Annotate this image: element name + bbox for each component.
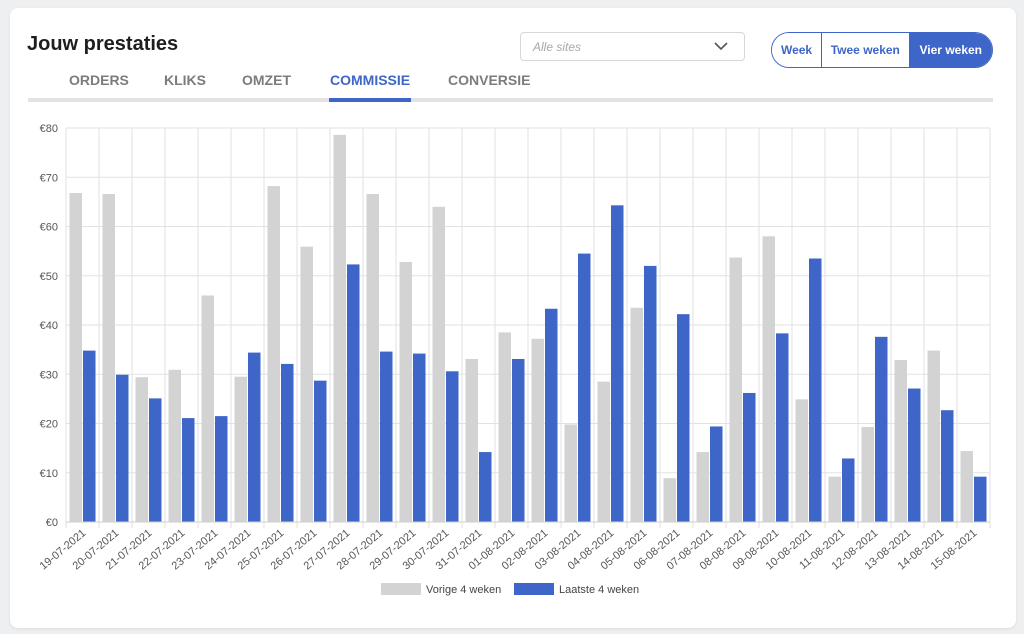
bar-previous-4-weeks bbox=[201, 295, 214, 522]
bar-previous-4-weeks bbox=[333, 134, 346, 522]
y-tick-label: €80 bbox=[40, 123, 58, 135]
bar-last-4-weeks bbox=[446, 371, 459, 522]
legend-swatch bbox=[381, 583, 421, 595]
bar-previous-4-weeks bbox=[465, 358, 478, 522]
bar-previous-4-weeks bbox=[432, 206, 445, 523]
bar-previous-4-weeks bbox=[630, 307, 643, 522]
bar-last-4-weeks bbox=[182, 418, 195, 522]
bar-last-4-weeks bbox=[743, 392, 756, 522]
y-tick-label: €10 bbox=[40, 468, 58, 480]
y-tick-label: €20 bbox=[40, 419, 58, 431]
y-tick-label: €60 bbox=[40, 222, 58, 234]
bar-previous-4-weeks bbox=[564, 424, 577, 522]
bar-last-4-weeks bbox=[545, 308, 558, 522]
bar-previous-4-weeks bbox=[696, 452, 709, 522]
bar-last-4-weeks bbox=[875, 336, 888, 522]
bar-previous-4-weeks bbox=[927, 350, 940, 522]
bar-last-4-weeks bbox=[116, 374, 129, 522]
bar-last-4-weeks bbox=[644, 265, 657, 522]
bar-previous-4-weeks bbox=[762, 236, 775, 522]
bar-previous-4-weeks bbox=[960, 451, 973, 522]
bar-previous-4-weeks bbox=[267, 186, 280, 523]
bar-last-4-weeks bbox=[677, 314, 690, 522]
bar-previous-4-weeks bbox=[828, 476, 841, 522]
bar-last-4-weeks bbox=[413, 353, 426, 522]
bar-previous-4-weeks bbox=[531, 338, 544, 522]
bar-last-4-weeks bbox=[512, 358, 525, 522]
commission-bar-chart: €0€10€20€30€40€50€60€70€8019-07-202120-0… bbox=[38, 123, 991, 596]
bar-previous-4-weeks bbox=[729, 257, 742, 522]
bar-previous-4-weeks bbox=[234, 376, 247, 522]
bar-last-4-weeks bbox=[215, 416, 228, 522]
bar-previous-4-weeks bbox=[102, 193, 115, 522]
legend-swatch bbox=[514, 583, 554, 595]
bar-previous-4-weeks bbox=[168, 369, 181, 522]
bar-last-4-weeks bbox=[908, 388, 921, 522]
bar-last-4-weeks bbox=[149, 398, 162, 522]
bar-previous-4-weeks bbox=[69, 193, 82, 522]
bar-last-4-weeks bbox=[281, 363, 294, 522]
legend-label: Laatste 4 weken bbox=[559, 584, 639, 596]
bar-last-4-weeks bbox=[776, 333, 789, 522]
bar-previous-4-weeks bbox=[861, 426, 874, 522]
bar-last-4-weeks bbox=[809, 258, 822, 522]
bar-previous-4-weeks bbox=[498, 332, 511, 522]
bar-last-4-weeks bbox=[314, 380, 327, 522]
bar-last-4-weeks bbox=[83, 350, 96, 522]
y-tick-label: €50 bbox=[40, 271, 58, 283]
y-tick-label: €0 bbox=[46, 517, 58, 529]
bar-previous-4-weeks bbox=[135, 377, 148, 522]
bar-last-4-weeks bbox=[578, 253, 591, 522]
bar-last-4-weeks bbox=[347, 264, 360, 522]
bar-last-4-weeks bbox=[974, 476, 987, 522]
bar-previous-4-weeks bbox=[663, 478, 676, 522]
bar-previous-4-weeks bbox=[399, 261, 412, 522]
y-tick-label: €40 bbox=[40, 320, 58, 332]
bar-previous-4-weeks bbox=[894, 359, 907, 522]
bar-last-4-weeks bbox=[611, 205, 624, 522]
legend-label: Vorige 4 weken bbox=[426, 584, 501, 596]
bar-previous-4-weeks bbox=[795, 399, 808, 522]
y-tick-label: €70 bbox=[40, 172, 58, 184]
y-tick-label: €30 bbox=[40, 369, 58, 381]
bar-last-4-weeks bbox=[380, 351, 393, 522]
bar-previous-4-weeks bbox=[597, 381, 610, 522]
bar-last-4-weeks bbox=[842, 458, 855, 522]
bar-previous-4-weeks bbox=[366, 193, 379, 522]
bar-last-4-weeks bbox=[941, 410, 954, 522]
bar-last-4-weeks bbox=[710, 426, 723, 522]
bar-previous-4-weeks bbox=[300, 246, 313, 522]
bar-last-4-weeks bbox=[248, 352, 261, 522]
bar-last-4-weeks bbox=[479, 452, 492, 522]
